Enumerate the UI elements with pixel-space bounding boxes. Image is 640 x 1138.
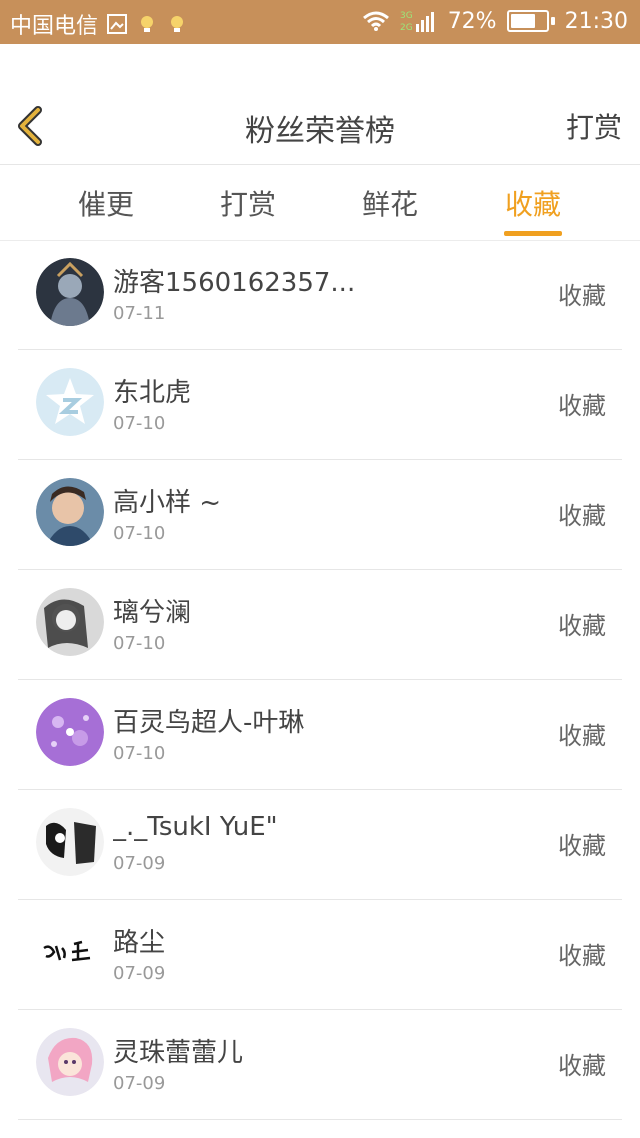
list-item[interactable]: 东北虎 07-10 收藏 xyxy=(18,350,622,460)
list-item[interactable]: 百灵鸟超人-叶琳 07-10 收藏 xyxy=(18,680,622,790)
user-name: 百灵鸟超人-叶琳 xyxy=(113,708,305,738)
action-label: 收藏 xyxy=(558,942,606,970)
bulb-icon xyxy=(136,13,158,35)
tab-bar: 催更 打赏 鲜花 收藏 xyxy=(0,165,640,241)
portrait-avatar[interactable] xyxy=(36,478,104,546)
fan-list: 游客1560162357... 07-11 收藏 东北虎 07-10 收藏 高小… xyxy=(0,240,640,1120)
user-name: 高小样 ~ xyxy=(113,488,222,518)
clock: 21:30 xyxy=(564,8,628,34)
tab-urge[interactable]: 催更 xyxy=(46,183,166,223)
date: 07-10 xyxy=(113,743,166,764)
comic-avatar[interactable] xyxy=(36,808,104,876)
action-label: 收藏 xyxy=(558,1052,606,1080)
tab-flowers[interactable]: 鲜花 xyxy=(330,183,450,223)
bulb-icon xyxy=(166,13,188,35)
wifi-icon xyxy=(362,10,390,32)
user-name: 璃兮澜 xyxy=(113,598,192,628)
date: 07-11 xyxy=(113,303,166,324)
date: 07-10 xyxy=(113,633,166,654)
tab-favorites[interactable]: 收藏 xyxy=(473,183,593,223)
action-label: 收藏 xyxy=(558,282,606,310)
battery-fill xyxy=(510,14,535,28)
date: 07-10 xyxy=(113,523,166,544)
list-item[interactable]: 璃兮澜 07-10 收藏 xyxy=(18,570,622,680)
tab-reward[interactable]: 打赏 xyxy=(188,183,308,223)
user-name: 路尘 xyxy=(113,928,166,958)
status-right: 3G 2G 72% 21:30 xyxy=(362,8,628,34)
user-name: 灵珠蕾蕾儿 xyxy=(113,1038,244,1068)
purple-avatar[interactable] xyxy=(36,698,104,766)
list-item[interactable]: 游客1560162357... 07-11 收藏 xyxy=(18,240,622,350)
list-item[interactable]: 灵珠蕾蕾儿 07-09 收藏 xyxy=(18,1010,622,1120)
page-header: 粉丝荣誉榜 打赏 xyxy=(0,88,640,165)
battery-tip xyxy=(550,17,555,25)
action-label: 收藏 xyxy=(558,502,606,530)
anime-avatar[interactable] xyxy=(36,1028,104,1096)
warrior-avatar[interactable] xyxy=(36,258,104,326)
list-item[interactable]: 路尘 07-09 收藏 xyxy=(18,900,622,1010)
list-item[interactable]: _._TsukI YuE" 07-09 收藏 xyxy=(18,790,622,900)
action-label: 收藏 xyxy=(558,832,606,860)
date: 07-10 xyxy=(113,413,166,434)
action-label: 收藏 xyxy=(558,612,606,640)
status-left: 中国电信 xyxy=(10,8,188,40)
user-name: _._TsukI YuE" xyxy=(113,812,278,842)
date: 07-09 xyxy=(113,853,166,874)
calligraphy-avatar[interactable] xyxy=(36,918,104,986)
battery-percent: 72% xyxy=(447,8,497,34)
bw-photo-avatar[interactable] xyxy=(36,588,104,656)
battery-body xyxy=(506,10,549,32)
gallery-icon xyxy=(106,13,128,35)
cellular-signal-icon: 3G 2G xyxy=(400,8,438,34)
user-name: 东北虎 xyxy=(113,378,192,408)
list-item[interactable]: 高小样 ~ 07-10 收藏 xyxy=(18,460,622,570)
svg-text:3G: 3G xyxy=(400,11,413,21)
active-tab-indicator xyxy=(504,231,562,236)
svg-text:2G: 2G xyxy=(400,23,413,33)
action-label: 收藏 xyxy=(558,392,606,420)
date: 07-09 xyxy=(113,963,166,984)
page-title: 粉丝荣誉榜 xyxy=(245,114,395,149)
action-label: 收藏 xyxy=(558,722,606,750)
status-bar: 中国电信 3G 2G 72% 21:30 xyxy=(0,0,640,44)
qzone-star-avatar[interactable] xyxy=(36,368,104,436)
carrier-name: 中国电信 xyxy=(10,14,99,39)
user-name: 游客1560162357... xyxy=(113,268,356,298)
battery-icon xyxy=(506,10,555,32)
date: 07-09 xyxy=(113,1073,166,1094)
reward-button[interactable]: 打赏 xyxy=(566,106,622,146)
